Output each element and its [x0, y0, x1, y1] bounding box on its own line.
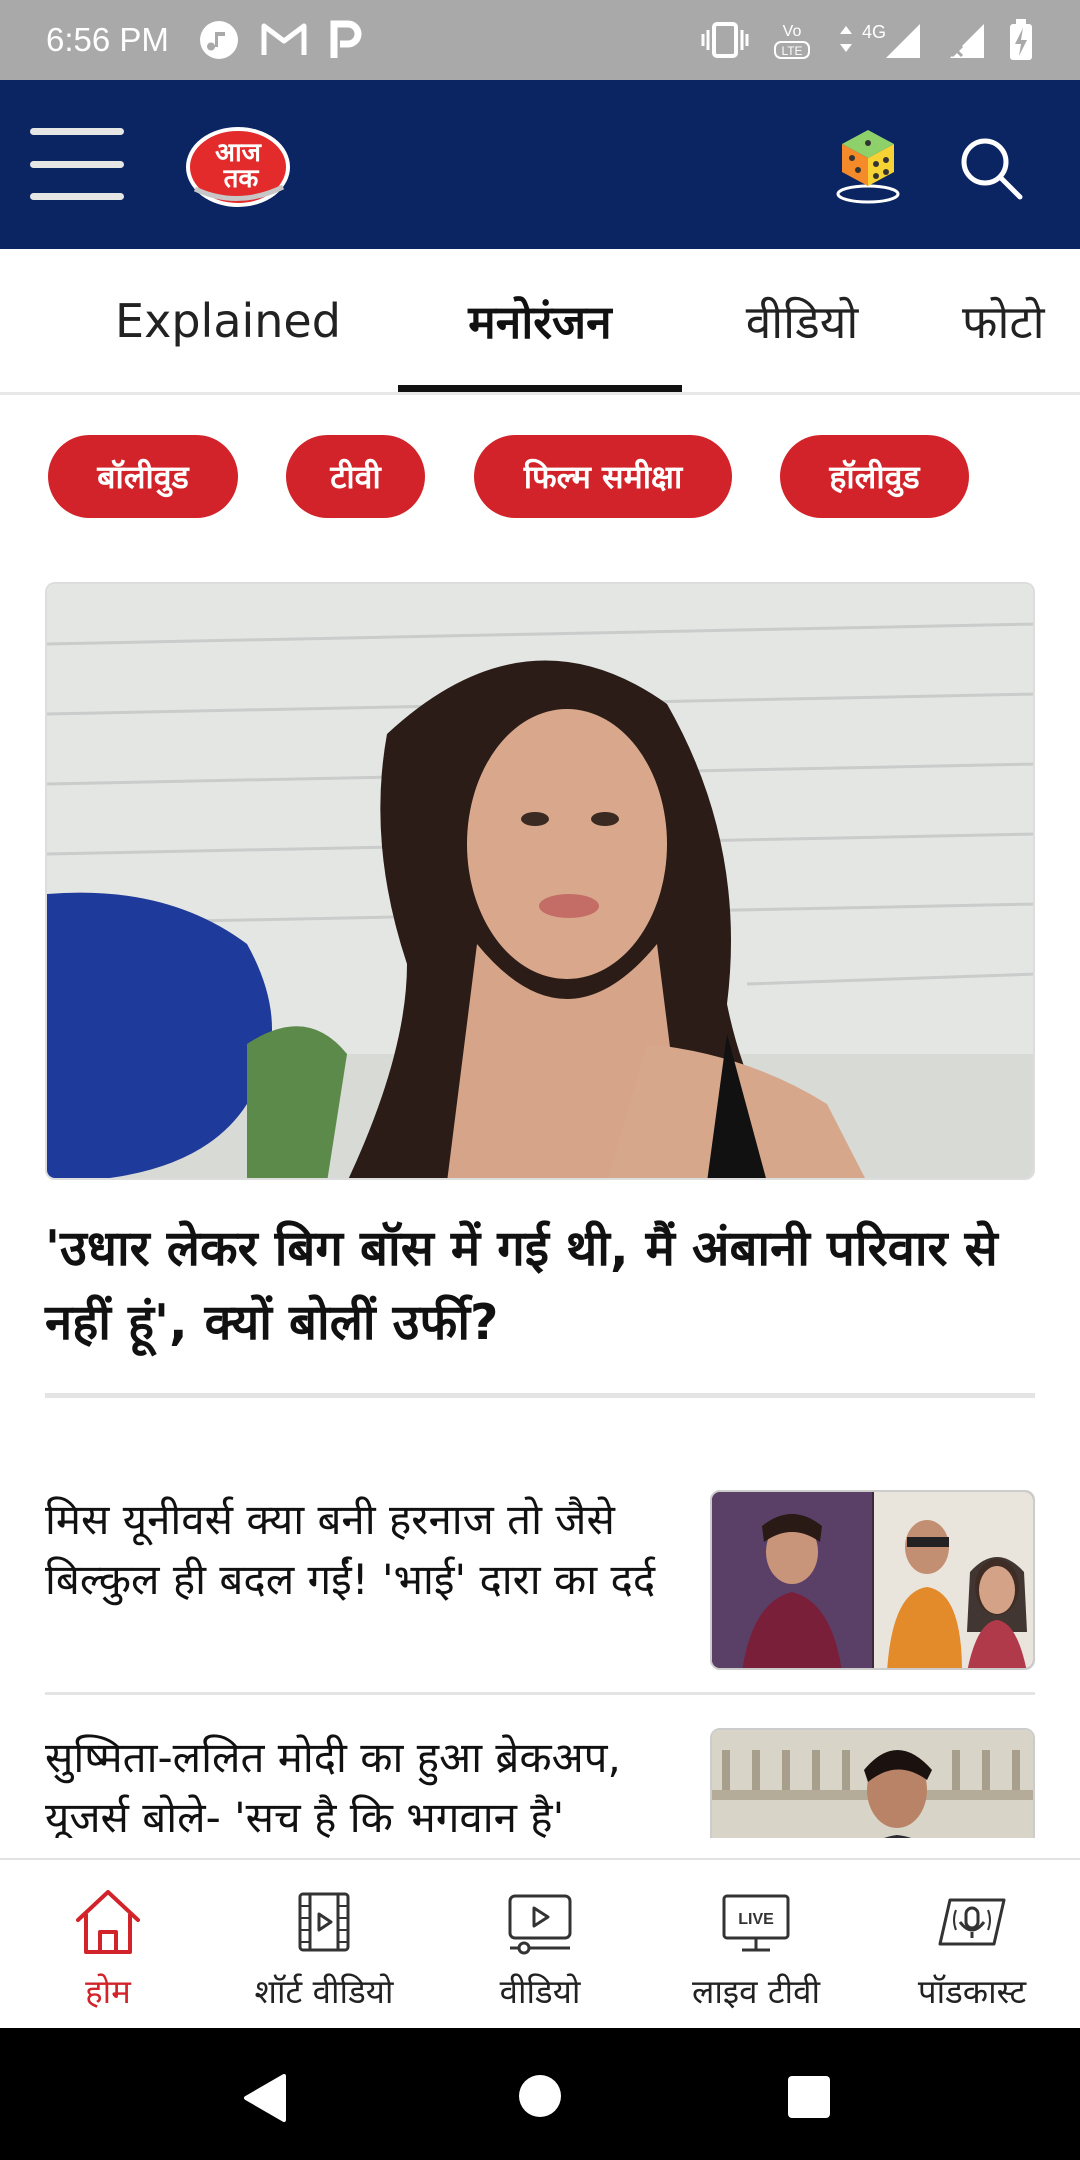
chip-film-review[interactable]: फिल्म समीक्षा [474, 435, 732, 518]
category-tabs: Explained मनोरंजन वीडियो फोटो [0, 249, 1080, 395]
nav-label: लाइव टीवी [691, 1972, 821, 2011]
back-icon[interactable] [240, 2072, 288, 2124]
live-tv-icon: LIVE [722, 1894, 790, 1952]
aajtak-logo[interactable]: आज तक [185, 117, 292, 209]
nav-label: वीडियो [499, 1972, 581, 2011]
story-thumbnail [710, 1728, 1035, 1838]
nav-podcast[interactable]: पॉडकास्ट [864, 1860, 1080, 2028]
story-headline: सुष्मिता-ललित मोदी का हुआ ब्रेकअप, यूजर्… [45, 1733, 621, 1838]
status-bar: 6:56 PM Vo LTE 4G [0, 0, 1080, 80]
divider [45, 1393, 1035, 1398]
menu-icon[interactable] [30, 128, 124, 200]
svg-text:Vo: Vo [783, 23, 802, 40]
tab-video[interactable]: वीडियो [712, 249, 892, 393]
notification-icons [199, 20, 365, 60]
tab-photo[interactable]: फोटो [962, 249, 1080, 393]
hero-image[interactable] [45, 582, 1035, 1180]
gmail-notification-icon [261, 23, 307, 55]
svg-text:तक: तक [223, 164, 260, 194]
signal-4g-icon: 4G [840, 22, 920, 58]
live-badge: LIVE [738, 1911, 774, 1928]
hero-photo [47, 584, 1033, 1178]
bottom-navigation: होम शॉर्ट वीडियो वीडियो LIVE लाइव टीवी प… [0, 1858, 1080, 2028]
active-tab-indicator [398, 385, 682, 392]
nav-home[interactable]: होम [0, 1860, 216, 2028]
chip-bollywood[interactable]: बॉलीवुड [48, 435, 238, 518]
nav-label: होम [85, 1972, 131, 2011]
signal-no-service-icon [950, 24, 984, 58]
tab-entertainment[interactable]: मनोरंजन [398, 249, 682, 393]
vibrate-icon [701, 22, 749, 58]
hero-headline[interactable]: 'उधार लेकर बिग बॉस में गई थी, मैं अंबानी… [45, 1212, 1035, 1360]
list-item[interactable]: मिस यूनीवर्स क्या बनी हरनाज तो जैसे बिल्… [45, 1490, 1035, 1670]
story-headline: मिस यूनीवर्स क्या बनी हरनाज तो जैसे बिल्… [45, 1495, 656, 1604]
story-thumbnail [710, 1490, 1035, 1670]
system-navigation-bar [0, 2028, 1080, 2160]
home-icon [76, 1890, 140, 1954]
network-type: 4G [862, 22, 886, 42]
status-time: 6:56 PM [46, 21, 169, 58]
chip-tv[interactable]: टीवी [286, 435, 425, 518]
nav-short-video[interactable]: शॉर्ट वीडियो [216, 1860, 432, 2028]
volte-icon: Vo LTE [774, 23, 810, 59]
dice-game-icon[interactable] [832, 120, 904, 206]
svg-text:LTE: LTE [781, 44, 802, 58]
short-video-icon [298, 1892, 350, 1952]
tab-explained[interactable]: Explained [92, 249, 364, 393]
app-header: आज तक [0, 80, 1080, 249]
search-icon[interactable] [958, 135, 1024, 201]
chip-hollywood[interactable]: हॉलीवुड [780, 435, 969, 518]
nav-label: पॉडकास्ट [917, 1972, 1027, 2011]
divider [45, 1692, 1035, 1695]
recents-icon[interactable] [786, 2074, 832, 2120]
battery-charging-icon [1010, 19, 1032, 60]
system-status-icons: Vo LTE 4G [700, 18, 1034, 62]
subcategory-chips: बॉलीवुड टीवी फिल्म समीक्षा हॉलीवुड [0, 435, 1080, 519]
p-notification-icon [330, 20, 362, 58]
video-icon [508, 1894, 572, 1955]
podcast-icon [938, 1898, 1006, 1946]
music-notification-icon [199, 21, 238, 59]
nav-video[interactable]: वीडियो [432, 1860, 648, 2028]
nav-label: शॉर्ट वीडियो [254, 1972, 394, 2011]
list-item[interactable]: सुष्मिता-ललित मोदी का हुआ ब्रेकअप, यूजर्… [45, 1728, 1035, 1838]
home-button-icon[interactable] [516, 2072, 564, 2120]
nav-live-tv[interactable]: LIVE लाइव टीवी [648, 1860, 864, 2028]
